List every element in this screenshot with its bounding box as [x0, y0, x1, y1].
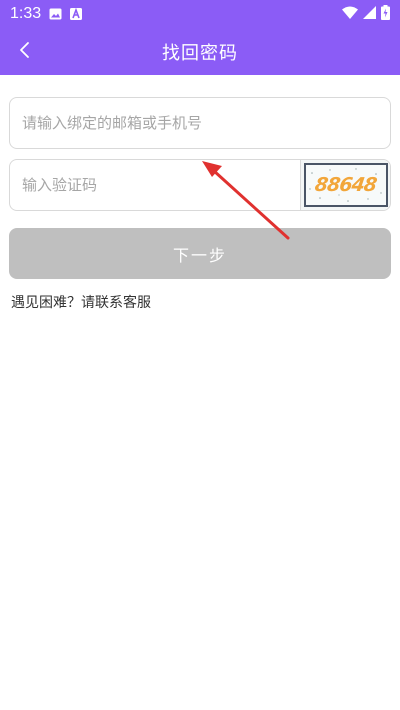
status-time: 1:33 — [10, 5, 42, 22]
app-bar: 找回密码 — [0, 28, 400, 75]
image-icon — [49, 8, 62, 20]
status-bar: 1:33 — [0, 0, 400, 28]
battery-charging-icon — [381, 4, 390, 24]
account-input[interactable] — [22, 114, 390, 132]
signal-icon — [363, 5, 376, 23]
code-field[interactable]: 88648 — [9, 159, 391, 211]
chevron-left-icon — [18, 41, 30, 63]
text-a-icon — [70, 8, 83, 20]
back-button[interactable] — [12, 40, 36, 64]
captcha-frame: 88648 — [303, 163, 388, 207]
next-step-button[interactable]: 下一步 — [9, 228, 391, 279]
account-field[interactable] — [9, 97, 391, 149]
wifi-icon — [342, 5, 358, 23]
captcha-code: 88648 — [313, 174, 378, 196]
code-input[interactable] — [22, 176, 298, 194]
help-contact-link[interactable]: 遇见困难？请联系客服 — [11, 292, 151, 312]
captcha-image[interactable]: 88648 — [300, 160, 390, 210]
page-title: 找回密码 — [162, 42, 238, 64]
